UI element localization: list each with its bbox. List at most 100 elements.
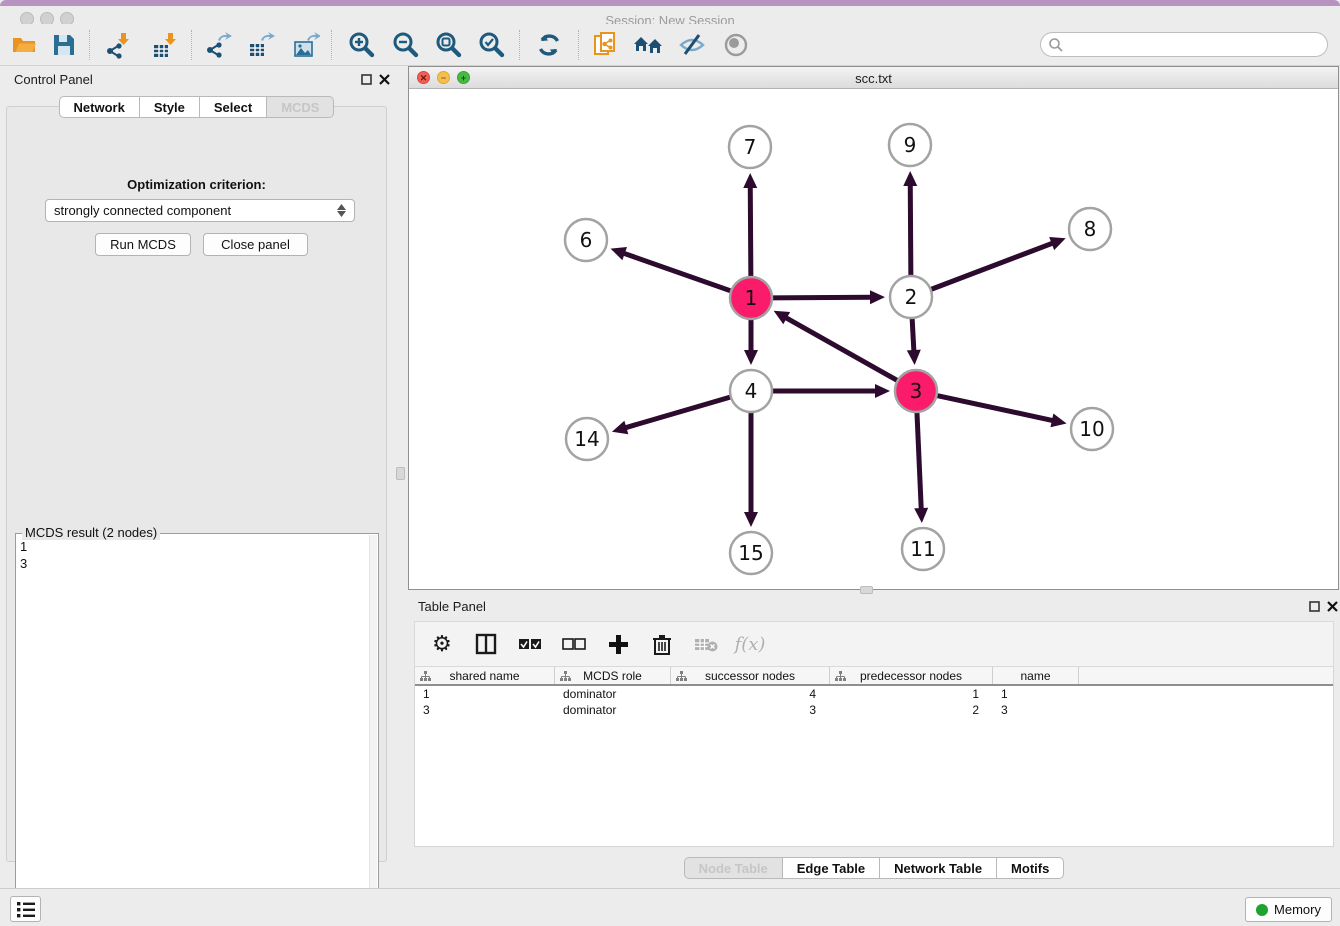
close-panel-button[interactable]: Close panel xyxy=(203,233,308,256)
zoom-fit-button[interactable] xyxy=(431,28,467,62)
arrowhead-3-11 xyxy=(914,508,928,523)
arrowhead-3-10 xyxy=(1050,414,1066,428)
table-row[interactable]: 1dominator411 xyxy=(415,686,1333,702)
save-session-button[interactable] xyxy=(46,28,82,62)
run-mcds-button[interactable]: Run MCDS xyxy=(95,233,191,256)
fx-icon: f(x) xyxy=(735,634,766,655)
arrowhead-1-2 xyxy=(870,290,885,304)
edge-4-14[interactable] xyxy=(624,396,732,428)
memory-button[interactable]: Memory xyxy=(1245,897,1332,922)
cell-successor-nodes[interactable]: 4 xyxy=(671,686,830,702)
tab-network-table[interactable]: Network Table xyxy=(880,857,997,879)
column-header-predecessor-nodes[interactable]: predecessor nodes xyxy=(830,667,993,684)
zoom-selected-button[interactable] xyxy=(474,28,510,62)
edge-2-8[interactable] xyxy=(929,243,1054,290)
network-titlebar[interactable]: ✕ − + scc.txt xyxy=(409,67,1338,89)
close-table-panel-icon[interactable] xyxy=(1324,598,1340,614)
node-table: shared nameMCDS role successor nodes prede… xyxy=(414,667,1334,847)
control-panel-tabs: NetworkStyleSelectMCDS xyxy=(7,96,386,118)
search-box[interactable] xyxy=(1040,32,1328,57)
mcds-result-text[interactable]: 1 3 xyxy=(20,538,366,906)
column-header-successor-nodes[interactable]: successor nodes xyxy=(671,667,830,684)
edge-3-1[interactable] xyxy=(785,317,899,382)
export-image-button[interactable] xyxy=(288,28,324,62)
select-all-button[interactable] xyxy=(515,629,545,659)
clone-network-button[interactable] xyxy=(588,28,624,62)
table-row[interactable]: 3dominator323 xyxy=(415,702,1333,718)
tab-node-table[interactable]: Node Table xyxy=(684,857,783,879)
add-column-button[interactable] xyxy=(603,629,633,659)
result-scrollbar[interactable] xyxy=(369,535,377,909)
app-titlebar: Session: New Session xyxy=(0,6,1340,24)
open-session-button[interactable] xyxy=(6,28,42,62)
search-input[interactable] xyxy=(1064,37,1327,52)
column-header-MCDS-role[interactable]: MCDS role xyxy=(555,667,671,684)
task-history-button[interactable] xyxy=(10,896,41,922)
plus-icon xyxy=(608,634,628,654)
edge-1-7[interactable] xyxy=(750,186,751,279)
edge-2-9[interactable] xyxy=(910,184,911,278)
cell-name[interactable]: 1 xyxy=(993,686,1079,702)
tab-motifs[interactable]: Motifs xyxy=(997,857,1064,879)
column-header-name[interactable]: name xyxy=(993,667,1079,684)
delete-table-button[interactable] xyxy=(691,629,721,659)
toolbar-separator xyxy=(578,30,579,60)
node-label-4: 4 xyxy=(745,379,758,403)
dropdown-stepper-icon xyxy=(337,204,346,217)
tab-mcds[interactable]: MCDS xyxy=(267,96,334,118)
show-columns-button[interactable] xyxy=(471,629,501,659)
hide-selected-button[interactable] xyxy=(674,28,710,62)
status-bar: Memory xyxy=(0,888,1340,926)
tab-select[interactable]: Select xyxy=(200,96,267,118)
export-network-button[interactable] xyxy=(200,28,236,62)
import-network-button[interactable] xyxy=(100,28,136,62)
cell-MCDS-role[interactable]: dominator xyxy=(555,686,671,702)
edge-1-6[interactable] xyxy=(623,253,733,292)
cell-predecessor-nodes[interactable]: 1 xyxy=(830,686,993,702)
hierarchy-icon xyxy=(560,671,571,682)
column-header-shared-name[interactable]: shared name xyxy=(415,667,555,684)
cell-MCDS-role[interactable]: dominator xyxy=(555,702,671,718)
cell-shared-name[interactable]: 3 xyxy=(415,702,555,718)
edge-2-3[interactable] xyxy=(912,316,914,352)
close-panel-icon[interactable] xyxy=(376,71,392,87)
import-table-button[interactable] xyxy=(147,28,183,62)
show-all-button[interactable] xyxy=(718,28,754,62)
edge-3-10[interactable] xyxy=(935,395,1054,421)
horizontal-splitter-grip[interactable] xyxy=(860,586,873,594)
zoom-in-button[interactable] xyxy=(344,28,380,62)
first-neighbors-button[interactable] xyxy=(630,28,666,62)
dropdown-value: strongly connected component xyxy=(54,203,231,218)
export-network-icon xyxy=(204,31,232,59)
unchecked-boxes-icon xyxy=(562,638,586,650)
deselect-all-button[interactable] xyxy=(559,629,589,659)
tab-edge-table[interactable]: Edge Table xyxy=(783,857,880,879)
zoom-out-button[interactable] xyxy=(388,28,424,62)
node-label-15: 15 xyxy=(738,541,763,565)
tab-style[interactable]: Style xyxy=(140,96,200,118)
float-table-panel-icon[interactable] xyxy=(1306,598,1322,614)
function-builder-button[interactable]: f(x) xyxy=(735,629,765,659)
edge-3-11[interactable] xyxy=(917,410,921,510)
export-table-button[interactable] xyxy=(243,28,279,62)
table-panel: Table Panel ⚙ xyxy=(408,595,1340,888)
node-label-9: 9 xyxy=(904,133,917,157)
network-canvas[interactable]: 1234678910111415 xyxy=(409,89,1338,589)
cell-predecessor-nodes[interactable]: 2 xyxy=(830,702,993,718)
cell-shared-name[interactable]: 1 xyxy=(415,686,555,702)
column-label: successor nodes xyxy=(705,669,795,683)
optimization-label: Optimization criterion: xyxy=(7,177,386,192)
main-toolbar xyxy=(0,24,1340,66)
cell-successor-nodes[interactable]: 3 xyxy=(671,702,830,718)
optimization-dropdown[interactable]: strongly connected component xyxy=(45,199,355,222)
edge-1-2[interactable] xyxy=(770,297,872,298)
refresh-layout-button[interactable] xyxy=(531,28,567,62)
cell-name[interactable]: 3 xyxy=(993,702,1079,718)
hierarchy-icon xyxy=(835,671,846,682)
tab-network[interactable]: Network xyxy=(59,96,140,118)
float-panel-icon[interactable] xyxy=(358,71,374,87)
arrowhead-4-14 xyxy=(612,421,628,434)
vertical-splitter-grip[interactable] xyxy=(396,467,405,480)
delete-column-button[interactable] xyxy=(647,629,677,659)
table-settings-button[interactable]: ⚙ xyxy=(427,629,457,659)
